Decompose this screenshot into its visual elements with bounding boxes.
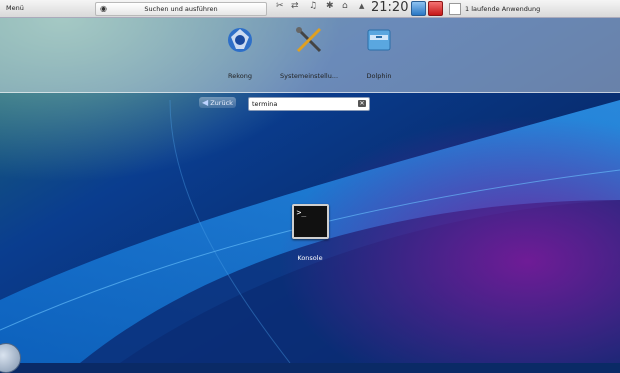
tray-expand-icon[interactable]: ▲ xyxy=(359,1,364,12)
favorite-system-settings[interactable]: Systemeinstellu... xyxy=(269,25,349,80)
usb-icon[interactable]: ⇄ xyxy=(291,1,299,12)
favorites-bar: Rekong Systemeinstellu... Dolphin xyxy=(0,17,620,93)
clock[interactable]: 21:20 xyxy=(371,0,408,16)
result-konsole[interactable]: >_ Konsole xyxy=(280,204,340,262)
dolphin-icon xyxy=(367,29,391,51)
search-field[interactable]: ✕ xyxy=(248,97,370,111)
back-arrow-icon: ◀ xyxy=(202,98,209,107)
favorite-dolphin[interactable]: Dolphin xyxy=(339,25,419,80)
konsole-icon: >_ xyxy=(291,204,329,239)
favorite-rekonq[interactable]: Rekong xyxy=(200,25,280,80)
clear-icon[interactable]: ✕ xyxy=(358,100,366,107)
back-button[interactable]: ◀ Zurück xyxy=(199,97,236,108)
favorite-label: Systemeinstellu... xyxy=(279,72,339,80)
window-icon[interactable] xyxy=(449,3,461,15)
search-and-run-button[interactable]: ◉ Suchen und ausführen xyxy=(95,2,267,16)
lock-screen-button[interactable] xyxy=(411,1,426,16)
network-icon[interactable]: ⌂ xyxy=(342,1,348,12)
application-menu-button[interactable]: Menü xyxy=(6,4,24,12)
scissors-icon[interactable]: ✂ xyxy=(276,1,284,12)
search-and-run-label: Suchen und ausführen xyxy=(144,5,218,13)
system-settings-icon xyxy=(296,27,322,53)
top-panel: Menü ◉ Suchen und ausführen ✂ ⇄ ♫ ✱ ⌂ ▲ … xyxy=(0,0,620,18)
rekonq-icon xyxy=(228,28,252,52)
result-label: Konsole xyxy=(297,254,323,262)
volume-icon[interactable]: ♫ xyxy=(309,1,317,12)
running-apps-label[interactable]: 1 laufende Anwendung xyxy=(465,5,540,13)
favorite-label: Rekong xyxy=(228,72,252,80)
favorite-label: Dolphin xyxy=(366,72,392,80)
search-input[interactable] xyxy=(252,99,352,108)
power-button[interactable] xyxy=(428,1,443,16)
bluetooth-icon[interactable]: ✱ xyxy=(326,1,334,12)
back-label: Zurück xyxy=(210,99,233,107)
